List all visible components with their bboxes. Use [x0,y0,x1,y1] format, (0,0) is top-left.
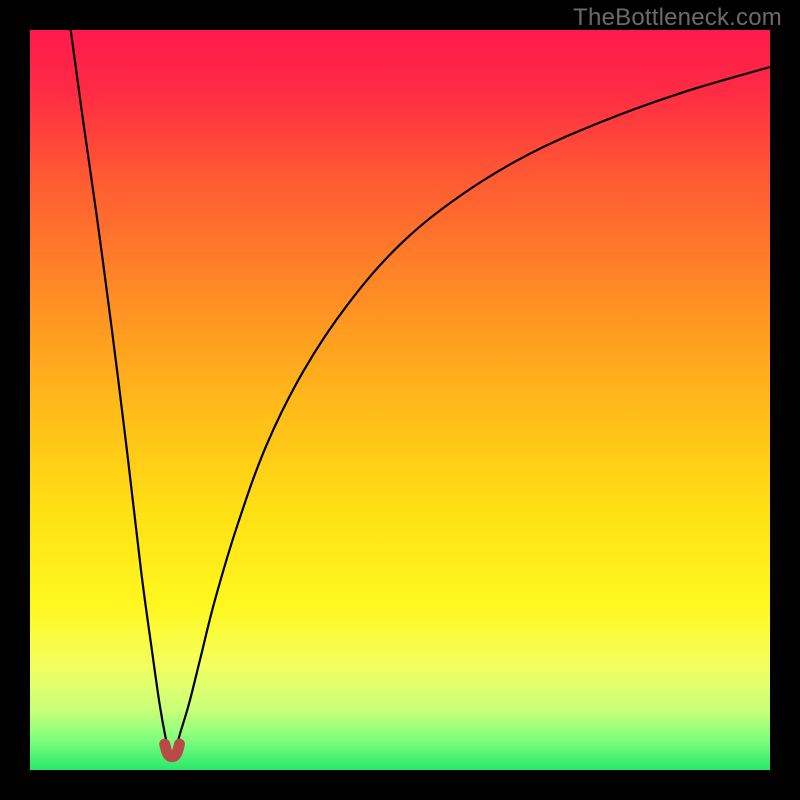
chart-frame: TheBottleneck.com [0,0,800,800]
watermark-text: TheBottleneck.com [573,4,782,32]
gradient-background [30,30,770,770]
bottleneck-chart [30,30,770,770]
